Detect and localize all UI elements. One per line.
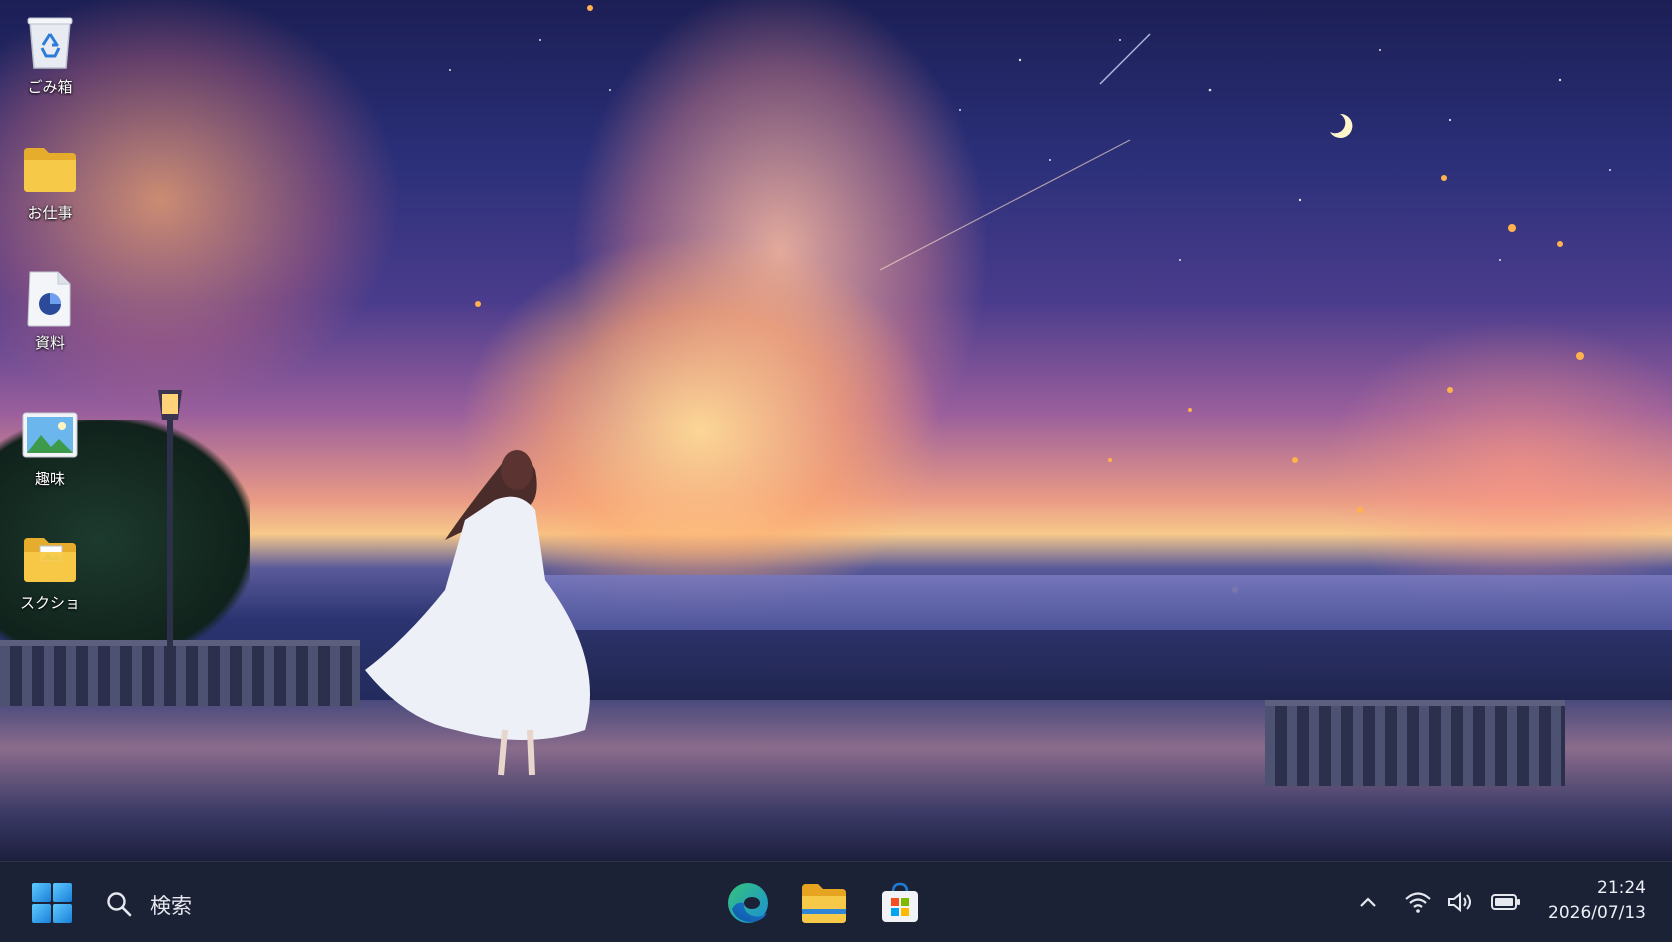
desktop-icon-hobby[interactable]: 趣味	[10, 406, 90, 489]
wifi-icon	[1405, 892, 1431, 913]
desktop-icon-label: スクショ	[19, 594, 80, 612]
battery-status-button[interactable]	[1490, 888, 1522, 916]
network-status-button[interactable]	[1404, 888, 1432, 916]
taskbar-edge-button[interactable]	[722, 878, 774, 928]
clock-date: 2026/07/13	[1548, 903, 1646, 923]
windows-start-icon	[32, 883, 72, 923]
edge-browser-icon	[728, 883, 768, 923]
desktop-wallpaper: ごみ箱 お仕事 資料 趣味 スクショ	[0, 0, 1672, 861]
taskbar: 検索 21:24 2026/07/13	[0, 861, 1672, 942]
volume-button[interactable]	[1446, 888, 1474, 916]
start-button[interactable]	[28, 880, 76, 926]
show-hidden-icons-button[interactable]	[1354, 888, 1382, 916]
chevron-up-icon	[1360, 897, 1376, 907]
desktop-icon-screenshots[interactable]: スクショ	[10, 530, 90, 613]
wallpaper-girl-figure	[365, 450, 590, 776]
taskbar-search-box[interactable]: 検索	[98, 880, 318, 926]
desktop-icon-work-folder[interactable]: お仕事	[10, 140, 90, 223]
battery-icon	[1491, 894, 1520, 910]
microsoft-store-icon	[882, 882, 918, 922]
desktop-icon-label: ごみ箱	[27, 78, 73, 96]
desktop-icon-label: 趣味	[34, 470, 65, 488]
recycle-bin-icon	[21, 14, 79, 72]
image-file-icon	[21, 406, 79, 464]
file-explorer-icon	[802, 884, 846, 923]
search-icon	[107, 892, 132, 917]
desktop-icon-recycle-bin[interactable]: ごみ箱	[10, 14, 90, 97]
taskbar-clock[interactable]: 21:24 2026/07/13	[1548, 876, 1646, 926]
taskbar-file-explorer-button[interactable]	[798, 878, 850, 928]
desktop-icon-label: 資料	[34, 334, 65, 352]
wallpaper-railing-right	[1265, 700, 1565, 786]
speaker-icon	[1448, 891, 1471, 913]
chart-document-icon	[21, 270, 79, 328]
taskbar-store-button[interactable]	[874, 878, 926, 928]
folder-icon	[21, 140, 79, 198]
wallpaper-lamp-post	[158, 390, 182, 690]
desktop-icon-label: お仕事	[27, 204, 73, 222]
search-placeholder: 検索	[150, 894, 192, 918]
desktop-icon-materials[interactable]: 資料	[10, 270, 90, 353]
image-folder-icon	[21, 530, 79, 588]
clock-time: 21:24	[1597, 878, 1646, 898]
